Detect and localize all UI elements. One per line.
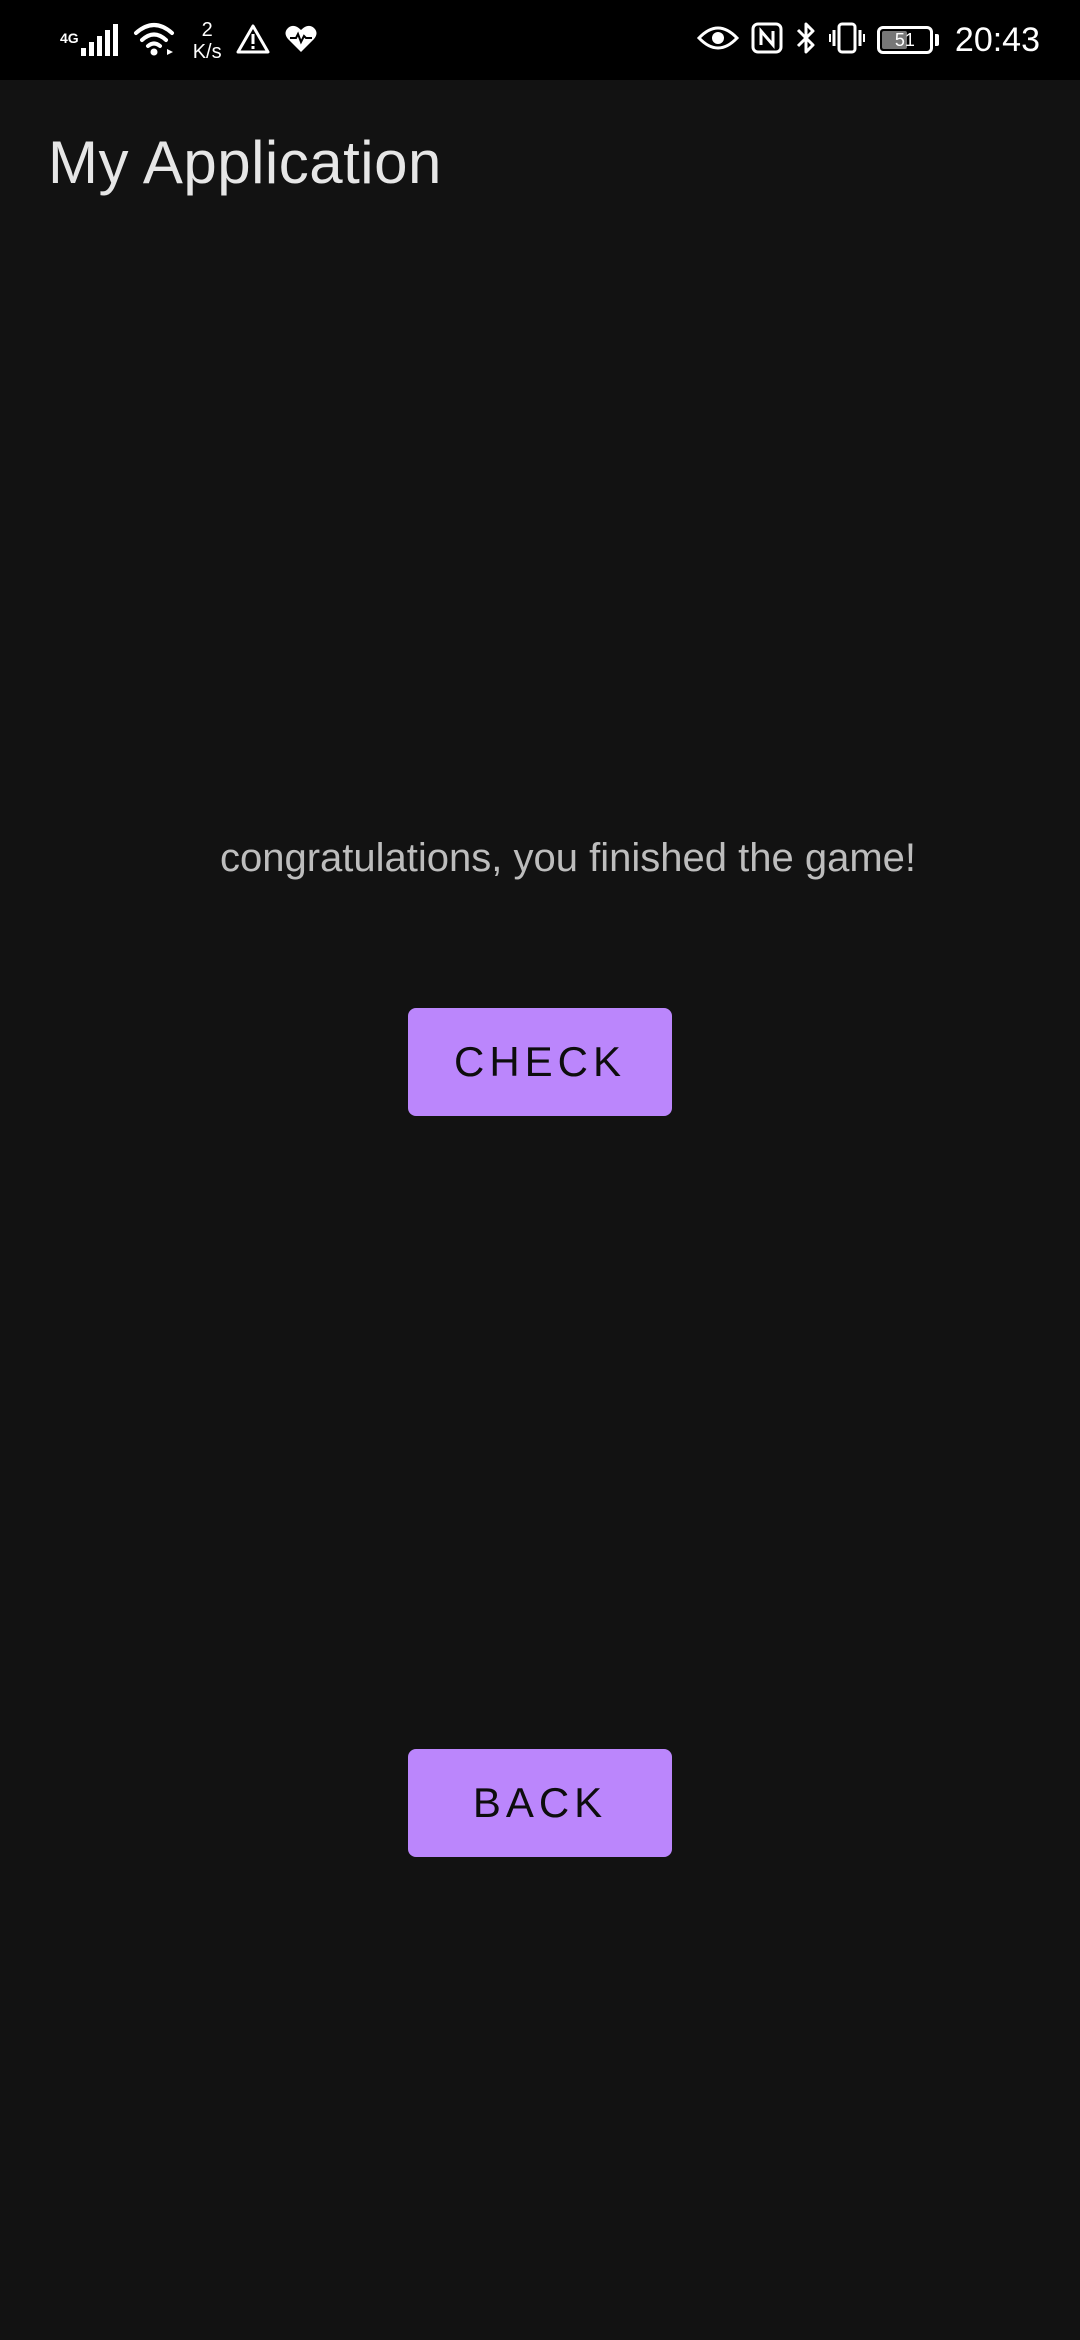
- check-button[interactable]: CHECK: [408, 1008, 672, 1116]
- congratulations-message: congratulations, you finished the game!: [220, 836, 916, 880]
- battery-level: 51: [894, 29, 915, 50]
- clock: 20:43: [954, 20, 1040, 59]
- status-bar-right: 51 20:43: [696, 14, 1040, 66]
- speed-unit: K/s: [192, 41, 222, 63]
- back-button[interactable]: BACK: [408, 1749, 672, 1857]
- signal-icon: 4G: [60, 24, 119, 58]
- screen: 4G 2 K/s 51 20:43 My Application congrat…: [0, 0, 1080, 2340]
- eye-icon: [696, 24, 739, 57]
- speed-value: 2: [201, 19, 213, 41]
- app-title: My Application: [48, 129, 442, 196]
- network-type: 4G: [60, 30, 79, 46]
- vibrate-icon: [828, 22, 865, 59]
- nfc-icon: [751, 22, 783, 59]
- network-speed: 2 K/s: [193, 19, 222, 63]
- bluetooth-icon: [795, 21, 817, 60]
- battery-icon: 51: [876, 26, 933, 54]
- heart-icon: [284, 24, 318, 59]
- warning-icon: [236, 24, 270, 59]
- battery-cap: [934, 34, 939, 46]
- status-bar-left: 4G 2 K/s: [60, 16, 318, 66]
- wifi-icon: [133, 21, 175, 62]
- status-bar: 4G 2 K/s 51 20:43: [0, 0, 1080, 80]
